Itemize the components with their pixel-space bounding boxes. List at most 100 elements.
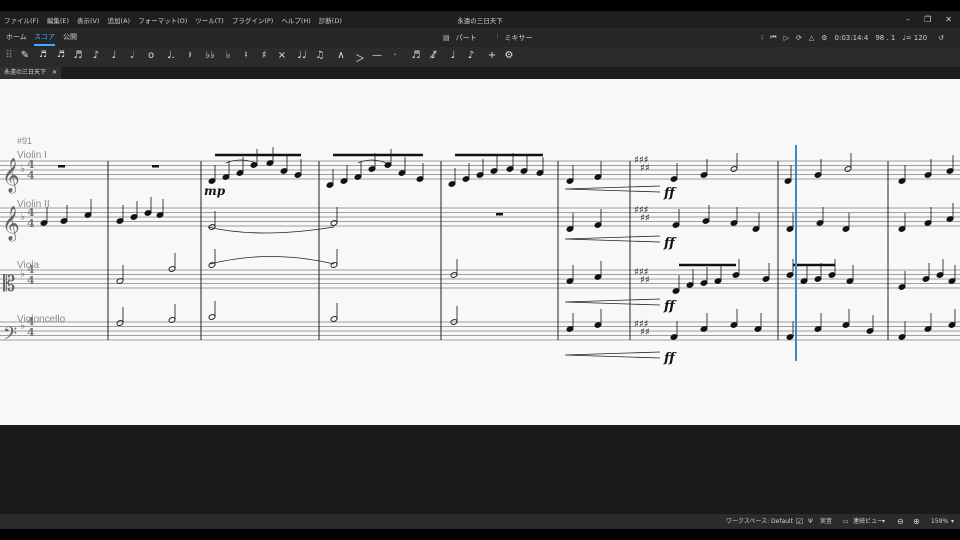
score-canvas[interactable]: #91 Violin I Violin II Viola Violoncello… [0,79,960,425]
natural-icon[interactable]: ♮ [239,50,253,61]
dynamic-ff: ff [663,236,677,251]
zoom-out-icon[interactable]: ⊖ [897,514,904,529]
chevron-down-icon[interactable]: ▾ [951,514,954,529]
main-tabs-bar: ホーム スコア 公開 ▤ パート ⫶ ミキサー ⁝ ⏮ ▷ ⟳ △ ⚙ 0:03… [0,28,960,47]
half-note-icon[interactable]: 𝅗𝅥 [125,50,139,61]
zoom-in-icon[interactable]: ⊕ [913,514,920,529]
tuplet-icon[interactable]: ♬ [409,50,423,61]
voice-1-icon[interactable]: ♩ [446,50,460,61]
slur-icon[interactable]: ♫ [313,50,327,61]
metronome-icon[interactable]: △ [809,34,814,42]
tab-score[interactable]: スコア [34,28,55,47]
svg-text:♯♯: ♯♯ [640,163,650,174]
menu-view[interactable]: 表示(V) [73,15,104,25]
staff-lines [0,160,960,341]
dotted-note-icon[interactable]: ♩. [164,50,178,61]
svg-text:4: 4 [27,326,35,339]
dynamic-mp: mp [204,184,226,198]
rehearsal-mark: #91 [17,136,32,146]
staccato-icon[interactable]: · [388,50,402,61]
bass-clef-icon: 𝄢 [3,324,17,349]
svg-text:4: 4 [27,169,35,182]
close-button[interactable]: ✕ [945,15,952,24]
playback-time: 0:03:14:4 [834,33,869,42]
loop-icon[interactable]: ⟳ [796,34,802,42]
svg-text:♯♯: ♯♯ [640,275,650,286]
rest[interactable] [152,165,159,168]
treble-clef-icon: 𝄞 [2,206,20,242]
16th-note-icon[interactable]: ♬ [71,50,85,61]
double-sharp-icon[interactable]: × [275,50,289,61]
mixer-button[interactable]: ミキサー [504,33,532,43]
toolbar-handle-icon[interactable]: ⠿ [2,50,16,61]
close-icon[interactable]: ✕ [52,67,57,79]
sharp-icon[interactable]: ♯ [257,50,271,61]
playback-position: 98 . 1 [875,33,896,42]
menu-diagnostic[interactable]: 診断(D) [315,15,346,25]
note-input-toolbar: ⠿ ✎ ♬ ♬ ♬ ♪ ♩ 𝅗𝅥 o ♩. 𝄽 ♭♭ ♭ ♮ ♯ × ♩♩ ♫ … [0,47,960,67]
parts-button[interactable]: パート [456,33,477,43]
document-tabs: 永遠の三日天下 ✕ [0,67,960,79]
quarter-note-icon[interactable]: ♩ [107,50,121,61]
32nd-note-icon[interactable]: ♬ [54,50,68,60]
eighth-note-icon[interactable]: ♪ [89,50,103,61]
treble-clef-icon: 𝄞 [2,158,20,194]
tenuto-icon[interactable]: — [370,50,384,61]
menu-bar: ファイル(F) 編集(E) 表示(V) 追加(A) フォーマット(O) ツール(… [0,11,960,28]
play-icon[interactable]: ▷ [784,34,789,42]
rest-icon[interactable]: 𝄽 [183,50,197,61]
64th-note-icon[interactable]: ♬ [36,50,50,60]
flat-icon[interactable]: ♭ [221,50,235,61]
parts-icon: ▤ [443,33,450,42]
svg-text:4: 4 [27,217,35,230]
add-icon[interactable]: + [485,50,499,61]
workspace-selector[interactable]: ワークスペース: Default [726,514,793,529]
acciaccatura-icon[interactable]: ♪̸ [427,50,441,61]
tab-publish[interactable]: 公開 [63,28,77,47]
rest[interactable] [496,213,503,216]
minimize-button[interactable]: – [906,15,910,24]
marcato-icon[interactable]: ∧ [334,50,348,61]
menu-add[interactable]: 追加(A) [104,15,135,25]
zoom-level[interactable]: 159% [931,514,948,529]
svg-text:4: 4 [27,274,35,287]
svg-text:♭: ♭ [20,162,25,175]
voice-2-icon[interactable]: ♪ [464,50,478,61]
rewind-icon[interactable]: ⏮ [770,33,776,42]
accent-icon[interactable]: ＞ [353,50,367,65]
dynamic-ff: ff [663,351,677,366]
tab-home[interactable]: ホーム [6,28,27,47]
midi-input-icon[interactable]: ⁝ [761,34,763,42]
svg-text:♯♯: ♯♯ [640,327,650,338]
dynamic-ff: ff [663,299,677,314]
key-signature-change: ♯♯♯♯♯ ♯♯♯♯♯ ♯♯♯♯♯ ♯♯♯♯♯ [634,155,650,338]
undo-icon[interactable]: ↺ [938,34,944,42]
menu-edit[interactable]: 編集(E) [43,15,73,25]
playback-tempo: ♩= 120 [902,33,928,42]
menu-file[interactable]: ファイル(F) [0,15,43,25]
double-flat-icon[interactable]: ♭♭ [203,50,217,61]
note-input-pen-icon[interactable]: ✎ [18,50,32,61]
rest[interactable] [58,165,65,168]
tie-icon[interactable]: ♩♩ [295,50,309,61]
alto-clef-icon: 𝄡 [3,272,15,297]
menu-format[interactable]: フォーマット(O) [134,15,191,25]
menu-tools[interactable]: ツール(T) [191,15,228,25]
playback-settings-icon[interactable]: ⚙ [821,34,827,42]
menu-help[interactable]: ヘルプ(H) [277,15,314,25]
chevron-down-icon[interactable]: ▾ [882,514,885,529]
concert-pitch-toggle[interactable]: 実音 [820,514,832,529]
notes-layer [40,147,956,340]
view-mode-selector[interactable]: 連続ビュー [853,514,883,529]
svg-text:♯♯: ♯♯ [640,213,650,224]
customize-toolbar-icon[interactable]: ⚙ [502,50,516,61]
menu-plugins[interactable]: プラグイン(P) [228,15,278,25]
time-signatures: ♭ 44 ♭ 44 ♭ 44 ♭ 44 [20,158,35,339]
checkbox-icon[interactable]: ☑ [796,514,803,529]
playback-cursor[interactable] [795,145,797,361]
view-mode-icon: ▭ [843,518,849,525]
dynamic-ff: ff [663,186,677,201]
document-tab[interactable]: 永遠の三日天下 ✕ [0,67,62,79]
whole-note-icon[interactable]: o [144,50,158,61]
restore-button[interactable]: ❐ [924,15,931,24]
